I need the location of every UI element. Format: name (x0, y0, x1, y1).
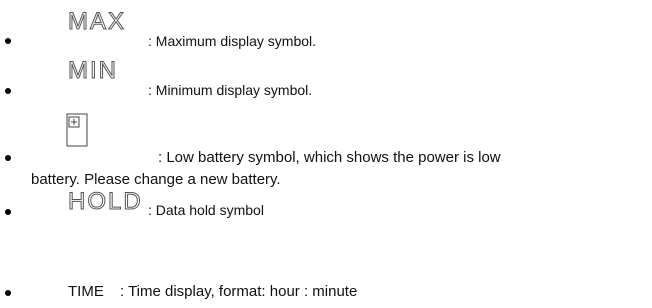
hold-description: : Data hold symbol (148, 202, 264, 218)
bullet (5, 38, 11, 44)
bullet (5, 290, 11, 296)
list-item-low-battery: : Low battery symbol, which shows the po… (0, 112, 652, 188)
time-label: TIME (68, 283, 104, 300)
bullet (5, 88, 11, 94)
bullet (5, 209, 11, 215)
list-item-time: TIME : Time display, format: hour : minu… (0, 268, 652, 308)
list-item-hold: HOLD : Data hold symbol (0, 188, 652, 236)
battery-description-line1: : Low battery symbol, which shows the po… (158, 149, 501, 166)
time-description: : Time display, format: hour : minute (120, 283, 358, 300)
list-item-max: MAX : Maximum display symbol. (0, 0, 652, 49)
bullet (5, 155, 11, 161)
min-symbol: MIN (68, 57, 118, 84)
max-symbol: MAX (67, 8, 127, 35)
hold-symbol: HOLD (68, 188, 143, 215)
battery-icon (66, 113, 88, 147)
min-description: : Minimum display symbol. (148, 82, 313, 98)
list-item-min: MIN : Minimum display symbol. (0, 48, 652, 98)
